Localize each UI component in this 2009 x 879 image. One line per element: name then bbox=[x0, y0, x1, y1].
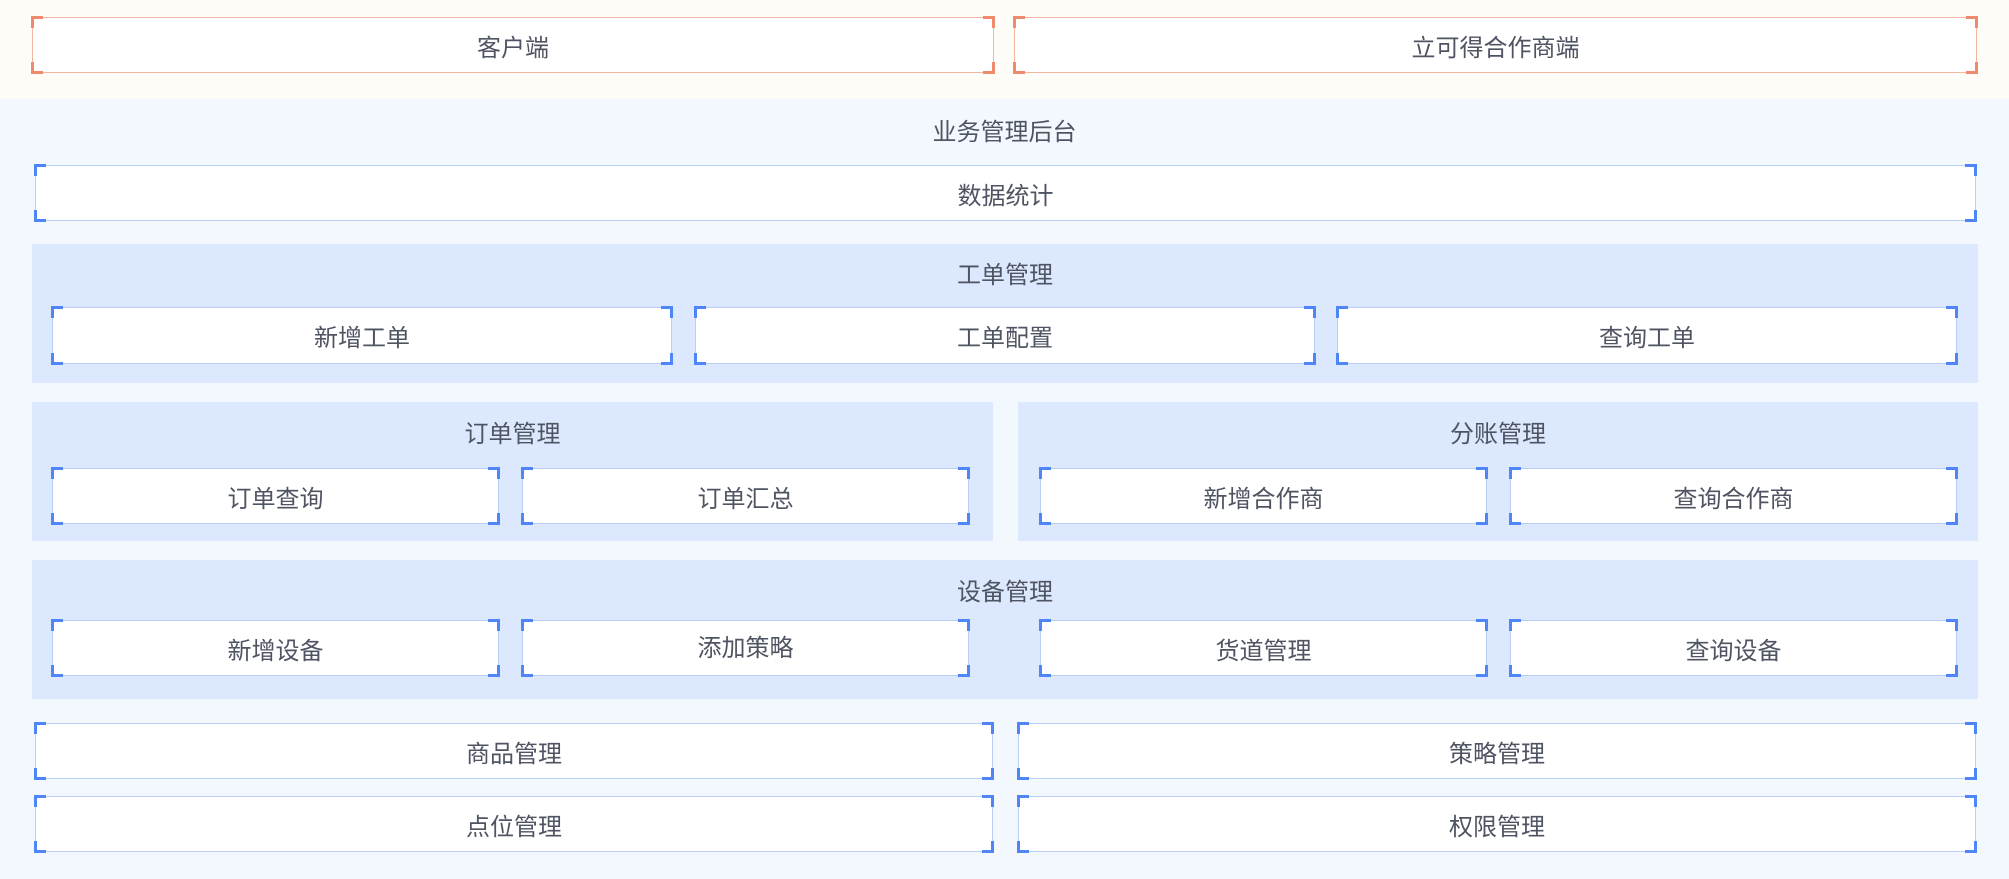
order-title: 订单管理 bbox=[464, 420, 561, 448]
order-query-label: 订单查询 bbox=[227, 484, 324, 513]
query-device-label: 查询设备 bbox=[1685, 636, 1782, 665]
partner-client-label: 立可得合作商端 bbox=[1411, 33, 1580, 62]
query-work-order-label: 查询工单 bbox=[1599, 324, 1695, 352]
order-query-box: 订单查询 bbox=[51, 467, 500, 525]
add-work-order-box: 新增工单 bbox=[51, 306, 673, 365]
query-work-order-box: 查询工单 bbox=[1336, 306, 1958, 365]
device-title: 设备管理 bbox=[957, 578, 1053, 606]
strategy-management-label: 策略管理 bbox=[1449, 739, 1545, 768]
add-strategy-label: 添加策略 bbox=[697, 633, 794, 662]
stats-box: 数据统计 bbox=[34, 164, 1977, 222]
location-management-box: 点位管理 bbox=[34, 795, 994, 853]
query-partner-box: 查询合作商 bbox=[1509, 467, 1958, 525]
channel-management-label: 货道管理 bbox=[1215, 636, 1312, 665]
customer-client-box: 客户端 bbox=[31, 16, 995, 74]
stats-label: 数据统计 bbox=[957, 181, 1054, 210]
work-order-config-label: 工单配置 bbox=[957, 324, 1053, 352]
split-title: 分账管理 bbox=[1450, 420, 1546, 448]
work-order-title: 工单管理 bbox=[957, 261, 1053, 289]
add-strategy-box: 添加策略 bbox=[521, 619, 970, 677]
query-partner-label: 查询合作商 bbox=[1673, 484, 1794, 513]
customer-client-label: 客户端 bbox=[477, 33, 549, 62]
add-partner-box: 新增合作商 bbox=[1039, 467, 1488, 525]
add-work-order-label: 新增工单 bbox=[314, 324, 410, 352]
permission-management-box: 权限管理 bbox=[1017, 795, 1977, 853]
product-management-box: 商品管理 bbox=[34, 722, 994, 780]
order-summary-box: 订单汇总 bbox=[521, 467, 970, 525]
permission-management-label: 权限管理 bbox=[1449, 812, 1545, 841]
partner-client-box: 立可得合作商端 bbox=[1013, 16, 1978, 74]
add-partner-label: 新增合作商 bbox=[1203, 484, 1324, 513]
add-device-label: 新增设备 bbox=[227, 636, 324, 665]
backend-title: 业务管理后台 bbox=[932, 118, 1077, 146]
work-order-config-box: 工单配置 bbox=[694, 306, 1316, 365]
add-device-box: 新增设备 bbox=[51, 619, 500, 677]
channel-management-box: 货道管理 bbox=[1039, 619, 1488, 677]
order-summary-label: 订单汇总 bbox=[697, 484, 794, 513]
query-device-box: 查询设备 bbox=[1509, 619, 1958, 677]
product-management-label: 商品管理 bbox=[466, 739, 562, 768]
location-management-label: 点位管理 bbox=[466, 812, 562, 841]
strategy-management-box: 策略管理 bbox=[1017, 722, 1977, 780]
